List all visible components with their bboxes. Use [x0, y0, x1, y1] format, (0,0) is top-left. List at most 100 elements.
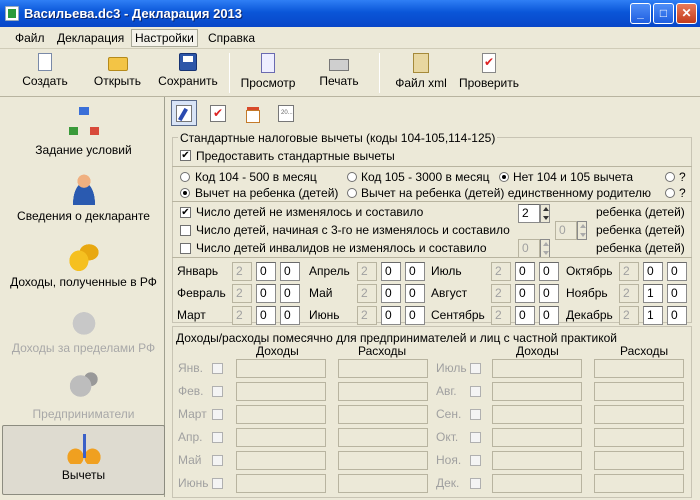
sidebar-item-income-rf[interactable]: Доходы, полученные в РФ — [2, 233, 165, 299]
ent-income-field[interactable] — [236, 474, 326, 493]
menu-file[interactable]: Файл — [12, 31, 48, 45]
month-aug-field-3[interactable]: 0 — [539, 284, 559, 303]
month-jun-field-2[interactable]: 0 — [381, 306, 401, 325]
month-apr-field-3[interactable]: 0 — [405, 262, 425, 281]
month-apr-field-1[interactable]: 2 — [357, 262, 377, 281]
ent-income-field[interactable] — [492, 428, 582, 447]
month-mar-field-1[interactable]: 2 — [232, 306, 252, 325]
minimize-button[interactable]: _ — [630, 3, 651, 24]
radio-help-2[interactable] — [665, 188, 675, 198]
month-jul-field-1[interactable]: 2 — [491, 262, 511, 281]
month-nov-field-3[interactable]: 0 — [667, 284, 687, 303]
ent-income-field[interactable] — [236, 359, 326, 378]
radio-child-deduction[interactable] — [180, 188, 190, 198]
children-count-input[interactable]: 2 — [518, 204, 540, 223]
ent-income-field[interactable] — [236, 382, 326, 401]
month-sep-field-1[interactable]: 2 — [491, 306, 511, 325]
ent-income-field[interactable] — [236, 405, 326, 424]
create-button[interactable]: Создать — [10, 51, 80, 95]
month-sep-field-2[interactable]: 0 — [515, 306, 535, 325]
save-button[interactable]: Сохранить — [152, 51, 224, 95]
month-apr-field-2[interactable]: 0 — [381, 262, 401, 281]
disabled-children-input[interactable]: 0 — [518, 239, 540, 258]
month-jul-field-2[interactable]: 0 — [515, 262, 535, 281]
month-feb-field-1[interactable]: 2 — [232, 284, 252, 303]
ent-expense-field[interactable] — [594, 428, 684, 447]
month-jun-field-1[interactable]: 2 — [357, 306, 377, 325]
tab-social-deductions[interactable] — [205, 100, 231, 126]
ent-month-checkbox[interactable] — [470, 363, 481, 374]
ent-expense-field[interactable] — [594, 474, 684, 493]
month-aug-field-2[interactable]: 0 — [515, 284, 535, 303]
month-aug-field-1[interactable]: 2 — [491, 284, 511, 303]
month-oct-field-3[interactable]: 0 — [667, 262, 687, 281]
radio-code-105[interactable] — [347, 172, 357, 182]
maximize-button[interactable]: □ — [653, 3, 674, 24]
month-jan-field-2[interactable]: 0 — [256, 262, 276, 281]
sidebar-item-declarant[interactable]: Сведения о декларанте — [2, 167, 165, 233]
ent-income-field[interactable] — [492, 359, 582, 378]
month-dec-field-3[interactable]: 0 — [667, 306, 687, 325]
ent-month-checkbox[interactable] — [212, 363, 223, 374]
ent-expense-field[interactable] — [338, 405, 428, 424]
sidebar-item-entrepreneurs[interactable]: Предприниматели — [2, 365, 165, 431]
ent-income-field[interactable] — [236, 451, 326, 470]
ent-expense-field[interactable] — [338, 428, 428, 447]
month-jul-field-3[interactable]: 0 — [539, 262, 559, 281]
disabled-children-spinner[interactable] — [540, 239, 550, 258]
xml-file-button[interactable]: Файл xml — [385, 51, 457, 95]
close-button[interactable]: ✕ — [676, 3, 697, 24]
month-nov-field-2[interactable]: 1 — [643, 284, 663, 303]
ent-month-checkbox[interactable] — [212, 478, 223, 489]
ent-month-checkbox[interactable] — [470, 478, 481, 489]
ent-income-field[interactable] — [492, 474, 582, 493]
ent-expense-field[interactable] — [594, 451, 684, 470]
month-dec-field-2[interactable]: 1 — [643, 306, 663, 325]
menu-help[interactable]: Справка — [205, 31, 258, 45]
ent-income-field[interactable] — [492, 382, 582, 401]
sidebar-item-deductions[interactable]: Вычеты — [2, 425, 165, 495]
third-child-input[interactable]: 0 — [555, 221, 577, 240]
check-button[interactable]: Проверить — [455, 51, 523, 95]
children-count-spinner[interactable] — [540, 204, 550, 223]
ent-expense-field[interactable] — [338, 474, 428, 493]
ent-expense-field[interactable] — [338, 359, 428, 378]
ent-income-field[interactable] — [492, 405, 582, 424]
radio-single-parent[interactable] — [347, 188, 357, 198]
ent-expense-field[interactable] — [594, 359, 684, 378]
ent-expense-field[interactable] — [594, 382, 684, 401]
ent-month-checkbox[interactable] — [470, 409, 481, 420]
month-nov-field-1[interactable]: 2 — [619, 284, 639, 303]
month-feb-field-3[interactable]: 0 — [280, 284, 300, 303]
radio-help-1[interactable] — [665, 172, 675, 182]
month-oct-field-1[interactable]: 2 — [619, 262, 639, 281]
ent-month-checkbox[interactable] — [212, 432, 223, 443]
children-count-checkbox[interactable]: ✔ — [180, 207, 191, 218]
ent-month-checkbox[interactable] — [470, 386, 481, 397]
tab-other-deductions[interactable]: 20... — [273, 100, 299, 126]
menu-declaration[interactable]: Декларация — [54, 31, 127, 45]
month-jan-field-3[interactable]: 0 — [280, 262, 300, 281]
ent-month-checkbox[interactable] — [470, 455, 481, 466]
provide-deductions-checkbox[interactable]: ✔ — [180, 150, 191, 161]
month-may-field-2[interactable]: 0 — [381, 284, 401, 303]
month-may-field-3[interactable]: 0 — [405, 284, 425, 303]
month-jan-field-1[interactable]: 2 — [232, 262, 252, 281]
month-mar-field-2[interactable]: 0 — [256, 306, 276, 325]
third-child-spinner[interactable] — [577, 221, 587, 240]
month-feb-field-2[interactable]: 0 — [256, 284, 276, 303]
preview-button[interactable]: Просмотр — [234, 51, 302, 95]
disabled-children-checkbox[interactable] — [180, 243, 191, 254]
month-mar-field-3[interactable]: 0 — [280, 306, 300, 325]
ent-expense-field[interactable] — [338, 382, 428, 401]
radio-code-104[interactable] — [180, 172, 190, 182]
month-oct-field-2[interactable]: 0 — [643, 262, 663, 281]
ent-income-field[interactable] — [236, 428, 326, 447]
radio-no-104-105[interactable] — [499, 172, 509, 182]
ent-month-checkbox[interactable] — [212, 386, 223, 397]
ent-expense-field[interactable] — [338, 451, 428, 470]
menu-settings[interactable]: Настройки — [131, 29, 198, 47]
open-button[interactable]: Открыть — [80, 51, 155, 95]
month-may-field-1[interactable]: 2 — [357, 284, 377, 303]
third-child-checkbox[interactable] — [180, 225, 191, 236]
